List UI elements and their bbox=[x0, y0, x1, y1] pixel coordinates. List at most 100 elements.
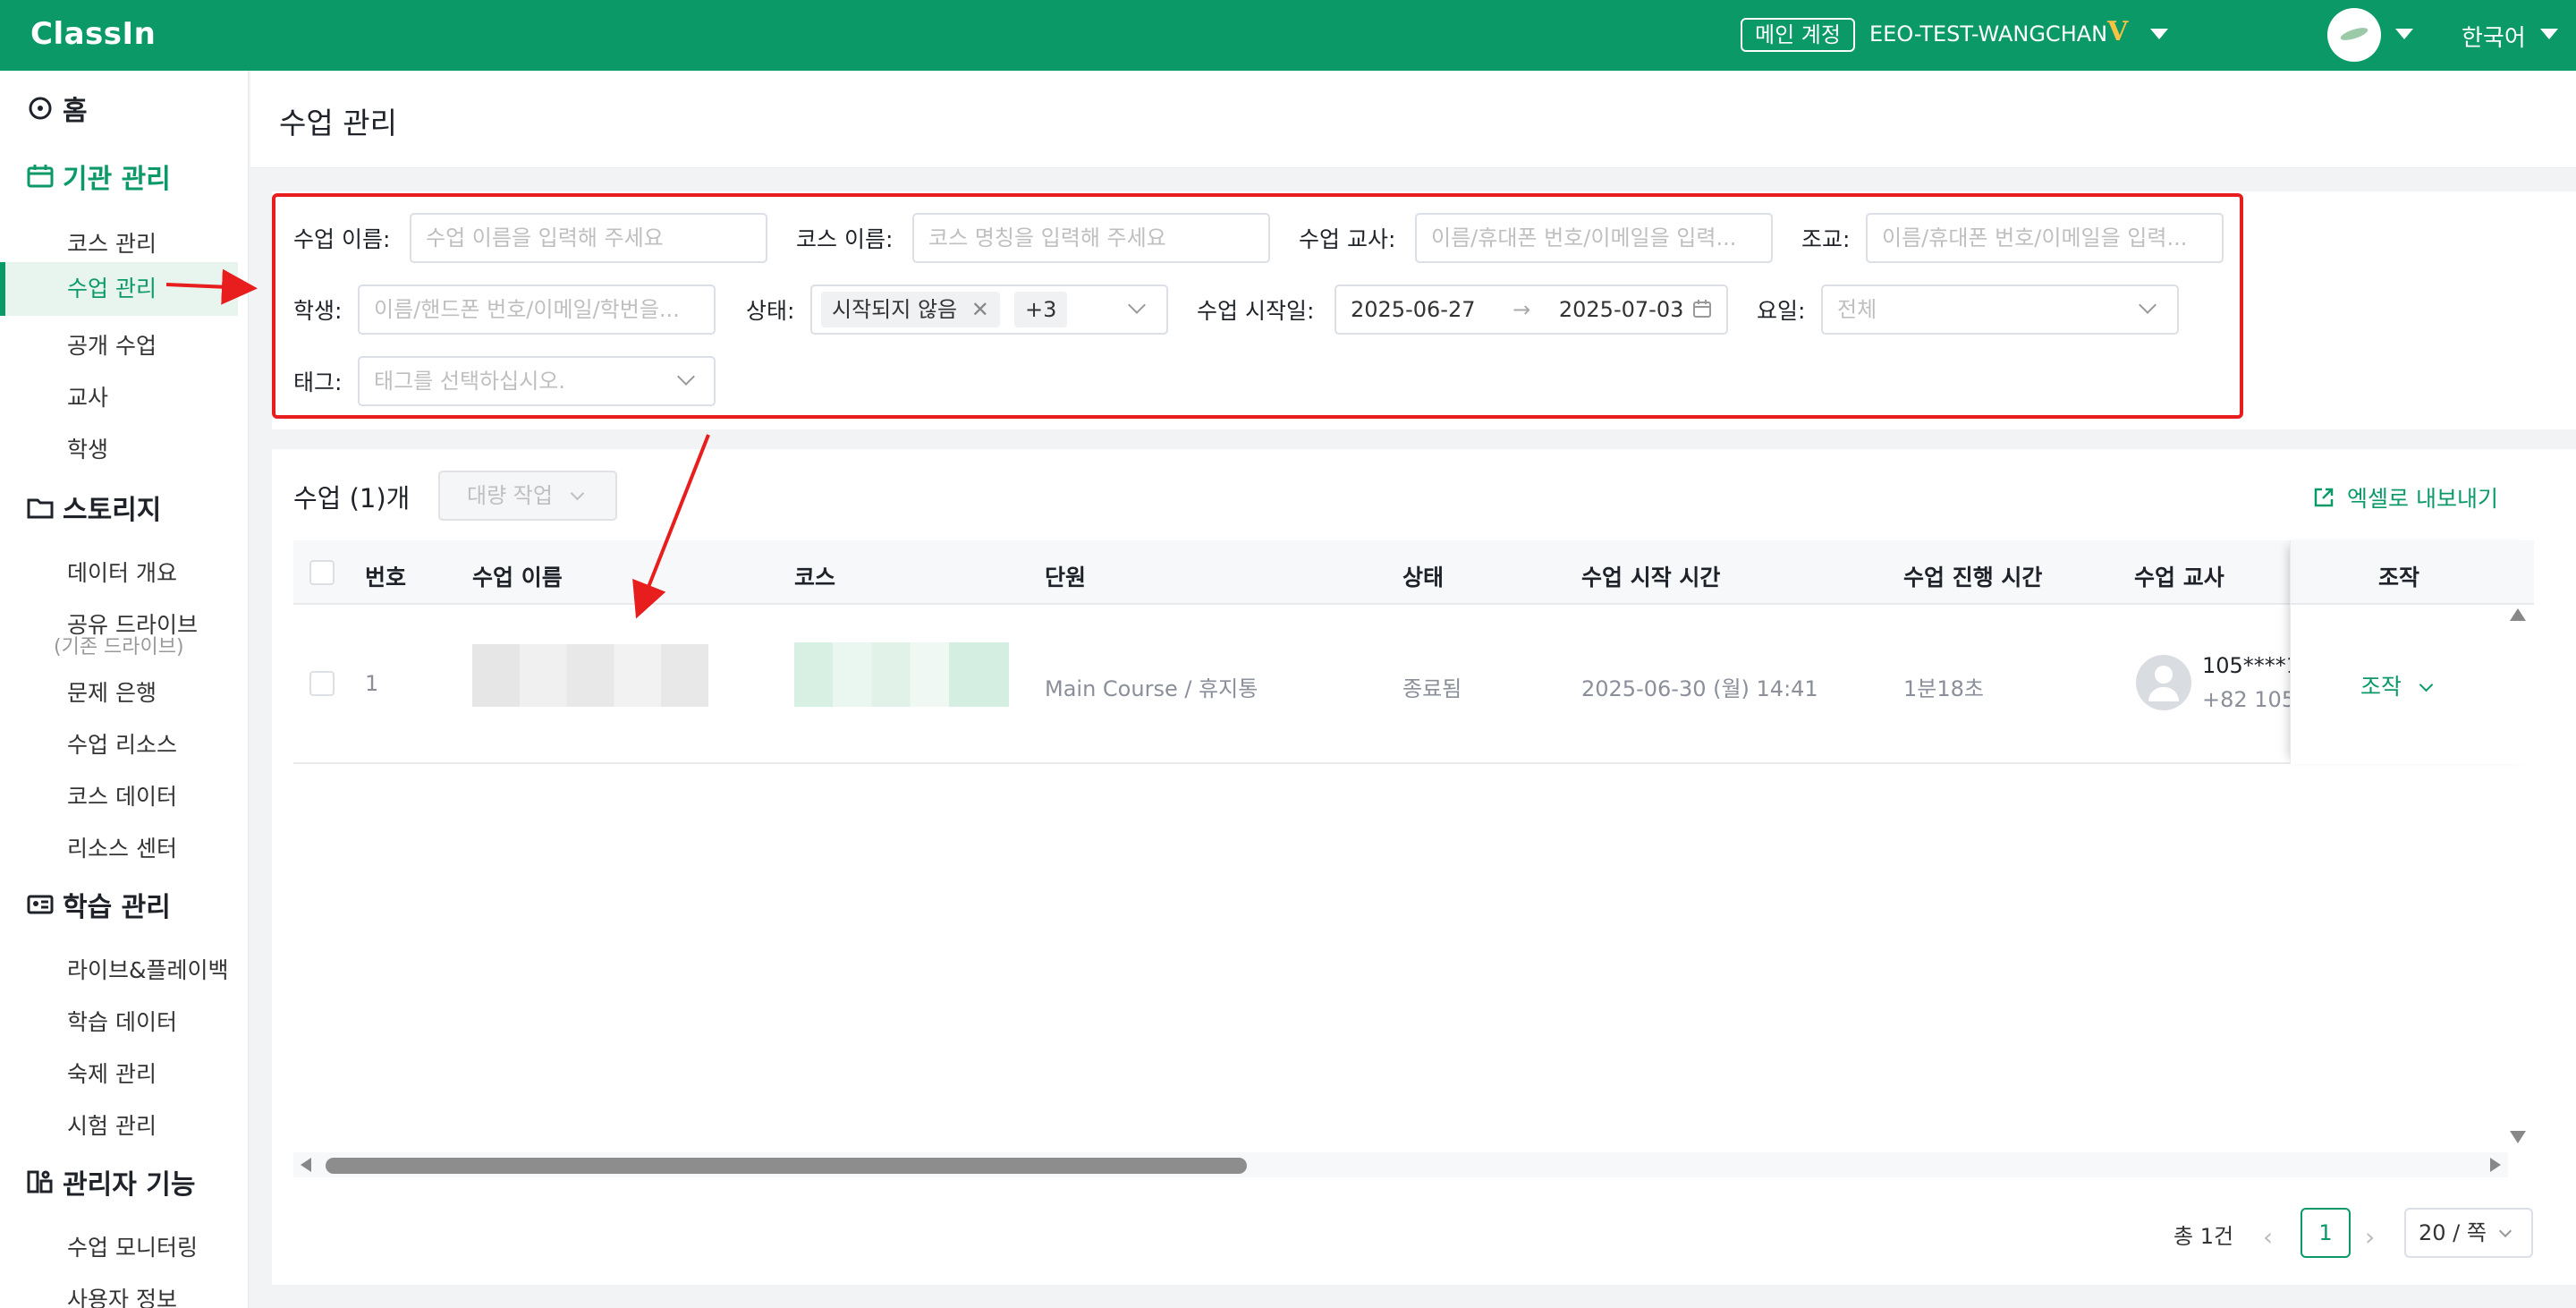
chevron-down-icon bbox=[2498, 1224, 2512, 1238]
scroll-up-arrow-icon[interactable] bbox=[2510, 608, 2526, 621]
sidebar-item-live-playback[interactable]: 라이브&플레이백 bbox=[67, 953, 229, 985]
sidebar-item-students[interactable]: 학생 bbox=[67, 432, 108, 464]
class-name-label: 수업 이름: bbox=[293, 226, 391, 252]
status-tag[interactable]: 시작되지 않음 ✕ bbox=[821, 292, 1000, 327]
col-status: 상태 bbox=[1402, 565, 1445, 590]
language-dropdown-icon[interactable] bbox=[2540, 29, 2558, 39]
col-start-time: 수업 시작 시간 bbox=[1581, 565, 1721, 590]
next-page-icon[interactable]: › bbox=[2365, 1222, 2375, 1252]
chevron-down-icon bbox=[2419, 677, 2434, 692]
row-start-time: 2025-06-30 (월) 14:41 bbox=[1581, 676, 1818, 701]
sidebar-section-storage-label: 스토리지 bbox=[63, 495, 162, 526]
start-date-from[interactable]: 2025-06-27 bbox=[1351, 297, 1475, 322]
scrollbar-thumb[interactable] bbox=[326, 1158, 1247, 1174]
page-header: 수업 관리 bbox=[250, 71, 2576, 168]
row-checkbox[interactable] bbox=[309, 671, 335, 696]
sidebar-item-course-data[interactable]: 코스 데이터 bbox=[67, 779, 177, 811]
sidebar-item-learning-data[interactable]: 학습 데이터 bbox=[67, 1005, 177, 1037]
page-button-current[interactable]: 1 bbox=[2301, 1208, 2351, 1258]
admin-icon bbox=[27, 1169, 54, 1194]
row-class-name-redacted[interactable] bbox=[472, 644, 708, 707]
batch-action-label: 대량 작업 bbox=[467, 483, 553, 508]
row-status: 종료됨 bbox=[1402, 676, 1462, 701]
sidebar-item-course-mgmt[interactable]: 코스 관리 bbox=[67, 226, 157, 259]
col-class-name: 수업 이름 bbox=[472, 565, 563, 590]
row-duration: 1분18초 bbox=[1903, 676, 1984, 701]
tag-select[interactable]: 태그를 선택하십시오. bbox=[358, 356, 716, 406]
start-date-to[interactable]: 2025-07-03 bbox=[1559, 297, 1683, 322]
prev-page-icon[interactable]: ‹ bbox=[2263, 1222, 2273, 1252]
calendar-picker-icon[interactable] bbox=[1692, 299, 1712, 322]
start-date-range[interactable]: 2025-06-27 → 2025-07-03 bbox=[1335, 285, 1728, 335]
horizontal-scrollbar[interactable] bbox=[293, 1152, 2508, 1177]
weekday-select[interactable]: 전체 bbox=[1821, 285, 2179, 335]
scroll-down-arrow-icon[interactable] bbox=[2510, 1131, 2526, 1143]
sidebar-item-user-info[interactable]: 사용자 정보 bbox=[67, 1282, 177, 1308]
sidebar-home[interactable]: 홈 bbox=[27, 89, 88, 128]
teacher-input[interactable]: 이름/휴대폰 번호/이메일을 입력... bbox=[1415, 213, 1773, 263]
course-name-input[interactable]: 코스 명칭을 입력해 주세요 bbox=[912, 213, 1270, 263]
class-name-input[interactable]: 수업 이름을 입력해 주세요 bbox=[410, 213, 767, 263]
row-action-button[interactable]: 조작 bbox=[2360, 669, 2434, 701]
col-unit: 단원 bbox=[1045, 565, 1087, 590]
sidebar: 홈 기관 관리 코스 관리 수업 관리 공개 수업 교사 학생 스토리지 데이터… bbox=[0, 71, 249, 1308]
tag-label: 태그: bbox=[293, 369, 343, 395]
page-size-label: 20 / 쪽 bbox=[2419, 1220, 2487, 1245]
user-avatar[interactable] bbox=[2327, 8, 2381, 62]
vip-icon: V bbox=[2107, 16, 2129, 47]
course-name-label: 코스 이름: bbox=[796, 226, 894, 252]
table-header: 번호 수업 이름 코스 단원 상태 수업 시작 시간 수업 진행 시간 수업 교… bbox=[293, 540, 2533, 605]
sidebar-item-class-monitoring[interactable]: 수업 모니터링 bbox=[67, 1230, 198, 1262]
id-card-icon bbox=[27, 892, 54, 917]
teacher-avatar-icon bbox=[2136, 655, 2191, 710]
student-input[interactable]: 이름/핸드폰 번호/이메일/학번을... bbox=[358, 285, 716, 335]
dashboard-icon bbox=[27, 96, 54, 121]
account-dropdown-icon[interactable] bbox=[2150, 29, 2168, 39]
sidebar-item-open-class[interactable]: 공개 수업 bbox=[67, 328, 157, 361]
pagination-total: 총 1건 bbox=[2174, 1224, 2234, 1249]
export-excel-label: 엑셀로 내보내기 bbox=[2347, 486, 2498, 512]
status-more-tag[interactable]: +3 bbox=[1014, 292, 1068, 327]
sidebar-item-resource-center[interactable]: 리소스 센터 bbox=[67, 831, 177, 863]
top-bar: ClassIn 메인 계정 EEO-TEST-WANGCHAN V 한국어 bbox=[0, 0, 2576, 71]
sidebar-item-exams[interactable]: 시험 관리 bbox=[67, 1108, 157, 1141]
sidebar-section-admin[interactable]: 관리자 기능 bbox=[27, 1162, 195, 1202]
teacher-label: 수업 교사: bbox=[1299, 226, 1396, 252]
assistant-input[interactable]: 이름/휴대폰 번호/이메일을 입력... bbox=[1866, 213, 2224, 263]
language-selector[interactable]: 한국어 bbox=[2462, 20, 2526, 53]
status-tag-label: 시작되지 않음 bbox=[832, 297, 958, 322]
calendar-icon bbox=[27, 164, 54, 189]
action-column: 조작 조작 bbox=[2290, 540, 2534, 764]
chevron-down-icon bbox=[570, 486, 584, 501]
sidebar-item-class-mgmt[interactable]: 수업 관리 bbox=[0, 262, 238, 316]
status-label: 상태: bbox=[746, 298, 795, 324]
account-name[interactable]: EEO-TEST-WANGCHAN bbox=[1869, 21, 2107, 47]
row-unit: Main Course / 휴지통 bbox=[1045, 676, 1258, 701]
col-action: 조작 bbox=[2378, 565, 2420, 590]
row-course-redacted[interactable] bbox=[794, 642, 1009, 707]
main-account-badge[interactable]: 메인 계정 bbox=[1741, 18, 1855, 52]
sidebar-item-question-bank[interactable]: 문제 은행 bbox=[67, 675, 157, 708]
scroll-left-arrow-icon[interactable] bbox=[301, 1158, 311, 1172]
start-date-label: 수업 시작일: bbox=[1197, 298, 1315, 324]
sidebar-section-storage[interactable]: 스토리지 bbox=[27, 488, 161, 527]
sidebar-item-homework[interactable]: 숙제 관리 bbox=[67, 1057, 157, 1089]
export-excel-button[interactable]: 엑셀로 내보내기 bbox=[2313, 481, 2498, 514]
student-label: 학생: bbox=[293, 298, 343, 324]
batch-action-button[interactable]: 대량 작업 bbox=[438, 471, 617, 521]
sidebar-section-org[interactable]: 기관 관리 bbox=[27, 157, 171, 196]
close-icon[interactable]: ✕ bbox=[971, 297, 989, 322]
avatar-dropdown-icon[interactable] bbox=[2395, 29, 2413, 39]
col-number: 번호 bbox=[365, 565, 407, 590]
sidebar-item-teachers[interactable]: 교사 bbox=[67, 380, 108, 412]
row-number: 1 bbox=[365, 671, 379, 696]
col-duration: 수업 진행 시간 bbox=[1903, 565, 2043, 590]
page-size-select[interactable]: 20 / 쪽 bbox=[2404, 1208, 2533, 1258]
classin-logo[interactable]: ClassIn bbox=[30, 16, 156, 52]
sidebar-section-learning[interactable]: 학습 관리 bbox=[27, 885, 171, 924]
sidebar-section-org-label: 기관 관리 bbox=[63, 164, 171, 195]
select-all-checkbox[interactable] bbox=[309, 560, 335, 585]
scroll-right-arrow-icon[interactable] bbox=[2490, 1158, 2501, 1172]
sidebar-item-data-overview[interactable]: 데이터 개요 bbox=[67, 556, 177, 588]
sidebar-item-class-resources[interactable]: 수업 리소스 bbox=[67, 727, 177, 760]
